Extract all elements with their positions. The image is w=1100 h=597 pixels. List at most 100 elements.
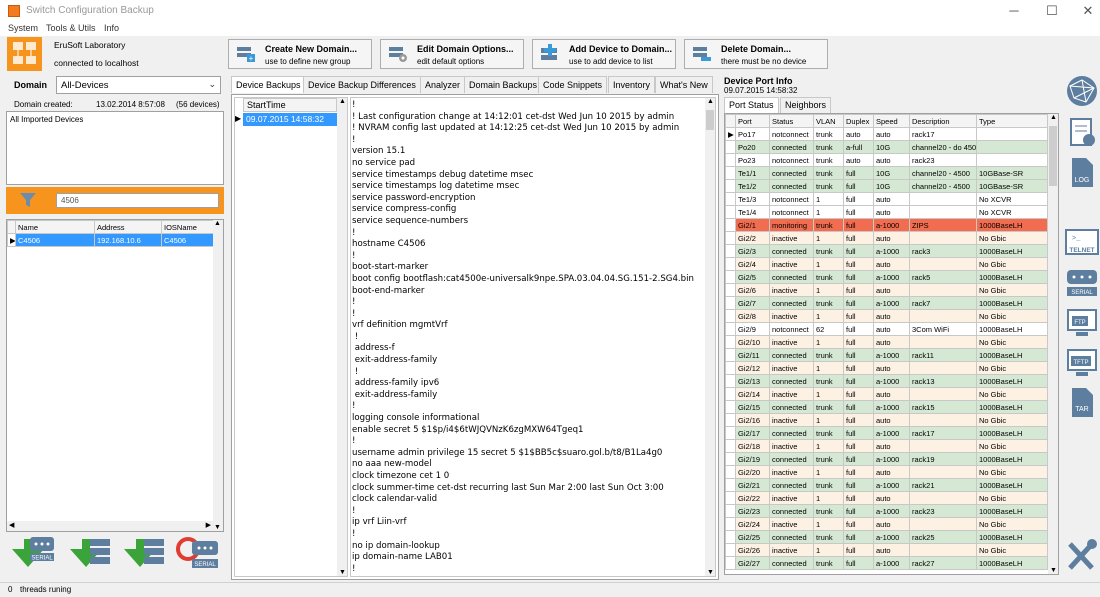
column-status[interactable]: Status	[769, 114, 814, 128]
menu-system[interactable]: System	[8, 23, 38, 33]
serial-button[interactable]: SERIAL	[1064, 266, 1100, 300]
column-iosname[interactable]: IOSName	[161, 220, 214, 234]
table-row[interactable]: Gi2/20 inactive 1 full auto No Gbic	[725, 465, 1048, 479]
table-row[interactable]: ▶ C4506 192.168.10.6 C4506	[7, 233, 214, 247]
table-row[interactable]: Gi2/15 connected trunk full a-1000 rack15 1000…	[725, 400, 1048, 414]
company-name: EruSoft Laboratory	[54, 40, 126, 50]
backup-selected-button[interactable]	[66, 535, 114, 575]
scroll-up-icon[interactable]: ▲	[1050, 114, 1057, 121]
svg-text:FTP: FTP	[1074, 320, 1085, 326]
table-row[interactable]: Gi2/8 inactive 1 full auto No Gbic	[725, 309, 1048, 323]
config-edit-button[interactable]	[1064, 116, 1100, 150]
restore-serial-button[interactable]: SERIAL	[174, 535, 222, 575]
table-row[interactable]: Gi2/6 inactive 1 full auto No Gbic	[725, 283, 1048, 297]
scroll-down-icon[interactable]: ▼	[1050, 567, 1057, 574]
table-row[interactable]: Gi2/14 inactive 1 full auto No Gbic	[725, 387, 1048, 401]
column-starttime[interactable]: StartTime	[243, 98, 337, 112]
table-row[interactable]: Gi2/16 inactive 1 full auto No Gbic	[725, 413, 1048, 427]
backup-row[interactable]: 09.07.2015 14:58:32	[243, 113, 337, 126]
column-vlan[interactable]: VLAN	[813, 114, 844, 128]
create-domain-button[interactable]: + Create New Domain... use to define new…	[228, 39, 372, 69]
telnet-button[interactable]: >_ TELNET	[1064, 226, 1100, 260]
column-name[interactable]: Name	[15, 220, 95, 234]
table-row[interactable]: Gi2/10 inactive 1 full auto No Gbic	[725, 335, 1048, 349]
table-row[interactable]: Gi2/7 connected trunk full a-1000 rack7 1000Ba…	[725, 296, 1048, 310]
tab-port-status[interactable]: Port Status	[724, 97, 779, 113]
table-row[interactable]: Gi2/12 inactive 1 full auto No Gbic	[725, 361, 1048, 375]
table-row[interactable]: Gi2/19 connected trunk full a-1000 rack19 1000…	[725, 452, 1048, 466]
table-row[interactable]: Gi2/9 notconnect 62 full auto 3Com WiFi 1000Ba…	[725, 322, 1048, 336]
device-list-hscrollbar[interactable]: ◀ ▶	[7, 521, 213, 531]
config-viewer[interactable]: !! Last configuration change at 14:12:01…	[350, 97, 716, 577]
tab-inventory[interactable]: Inventory	[608, 76, 656, 93]
scroll-down-icon[interactable]: ▼	[339, 569, 346, 576]
scroll-up-icon[interactable]: ▲	[339, 98, 346, 105]
table-row[interactable]: Te1/3 notconnect 1 full auto No XCVR	[725, 192, 1048, 206]
scroll-up-icon[interactable]: ▲	[707, 98, 714, 105]
scroll-up-icon[interactable]: ▲	[214, 220, 221, 227]
table-row[interactable]: Gi2/17 connected trunk full a-1000 rack17 1000…	[725, 426, 1048, 440]
column-port[interactable]: Port	[735, 114, 770, 128]
network-globe-button[interactable]	[1064, 74, 1100, 108]
tftp-button[interactable]: TFTP	[1064, 346, 1100, 380]
column-address[interactable]: Address	[94, 220, 162, 234]
column-duplex[interactable]: Duplex	[843, 114, 874, 128]
table-row[interactable]: Gi2/23 connected trunk full a-1000 rack23 1000…	[725, 504, 1048, 518]
tab-domain-backups[interactable]: Domain Backups	[464, 76, 543, 93]
column-type[interactable]: Type	[976, 114, 1048, 128]
table-row[interactable]: Gi2/24 inactive 1 full auto No Gbic	[725, 517, 1048, 531]
tab-device-backup-differences[interactable]: Device Backup Differences	[303, 76, 421, 93]
tab-device-backups[interactable]: Device Backups	[231, 76, 306, 93]
table-row[interactable]: Gi2/5 connected trunk full a-1000 rack5 1000Ba…	[725, 270, 1048, 284]
table-row[interactable]: ▶ Po17 notconnect trunk auto auto rack17	[725, 127, 1048, 141]
table-row[interactable]: Te1/2 connected trunk full 10G channel20 - 45…	[725, 179, 1048, 193]
domain-description[interactable]: All Imported Devices	[6, 111, 224, 185]
tab-whats-new[interactable]: What's New	[655, 76, 713, 93]
tab-analyzer[interactable]: Analyzer	[420, 76, 466, 93]
table-row[interactable]: Gi2/13 connected trunk full a-1000 rack13 1000…	[725, 374, 1048, 388]
edit-domain-options-button[interactable]: Edit Domain Options... edit default opti…	[380, 39, 524, 69]
table-row[interactable]: Gi2/27 connected trunk full a-1000 rack27 1000…	[725, 556, 1048, 570]
table-row[interactable]: Gi2/26 inactive 1 full auto No Gbic	[725, 543, 1048, 557]
scroll-down-icon[interactable]: ▼	[707, 569, 714, 576]
table-row[interactable]: Po20 connected trunk a-full 10G channel20 - d…	[725, 140, 1048, 154]
port-table-scrollbar[interactable]: ▲ ▼	[1048, 114, 1058, 574]
maximize-button[interactable]: ☐	[1044, 3, 1060, 19]
backup-serial-button[interactable]: SERIAL	[8, 535, 56, 575]
scroll-right-icon[interactable]: ▶	[206, 521, 211, 529]
table-row[interactable]: Gi2/11 connected trunk full a-1000 rack11 1000…	[725, 348, 1048, 362]
table-row[interactable]: Gi2/22 inactive 1 full auto No Gbic	[725, 491, 1048, 505]
table-row[interactable]: Gi2/1 monitoring trunk full a-1000 ZIPS 1000Ba…	[725, 218, 1048, 232]
table-row[interactable]: Te1/4 notconnect 1 full auto No XCVR	[725, 205, 1048, 219]
delete-domain-button[interactable]: Delete Domain... there must be no device	[684, 39, 828, 69]
close-button[interactable]: ✕	[1080, 3, 1096, 19]
log-button[interactable]: LOG	[1064, 156, 1100, 190]
ftp-button[interactable]: FTP	[1064, 306, 1100, 340]
scroll-left-icon[interactable]: ◀	[9, 521, 14, 529]
backup-all-button[interactable]	[120, 535, 168, 575]
column-description[interactable]: Description	[909, 114, 977, 128]
column-speed[interactable]: Speed	[873, 114, 910, 128]
menu-info[interactable]: Info	[104, 23, 119, 33]
tab-code-snippets[interactable]: Code Snippets	[538, 76, 608, 93]
config-scrollbar[interactable]: ▲ ▼	[705, 98, 715, 576]
table-row[interactable]: Gi2/18 inactive 1 full auto No Gbic	[725, 439, 1048, 453]
table-row[interactable]: Te1/1 connected trunk full 10G channel20 - 45…	[725, 166, 1048, 180]
tar-button[interactable]: TAR	[1064, 386, 1100, 420]
device-list-scrollbar[interactable]: ▲ ▼	[213, 220, 223, 531]
table-row[interactable]: Gi2/25 connected trunk full a-1000 rack25 1000…	[725, 530, 1048, 544]
domain-select[interactable]: All-Devices ⌄	[56, 76, 221, 94]
table-row[interactable]: Gi2/2 inactive 1 full auto No Gbic	[725, 231, 1048, 245]
filter-input[interactable]: 4506	[56, 193, 219, 208]
tools-button[interactable]	[1064, 538, 1100, 572]
tab-neighbors[interactable]: Neighbors	[780, 97, 832, 113]
add-device-button[interactable]: Add Device to Domain... use to add devic…	[532, 39, 676, 69]
minimize-button[interactable]: ─	[1006, 3, 1022, 19]
backup-list-scrollbar[interactable]: ▲ ▼	[337, 98, 347, 576]
table-row[interactable]: Gi2/3 connected trunk full a-1000 rack3 1000Ba…	[725, 244, 1048, 258]
menu-tools-utils[interactable]: Tools & Utils	[46, 23, 96, 33]
table-row[interactable]: Po23 notconnect trunk auto auto rack23	[725, 153, 1048, 167]
table-row[interactable]: Gi2/4 inactive 1 full auto No Gbic	[725, 257, 1048, 271]
table-row[interactable]: Gi2/21 connected trunk full a-1000 rack21 1000…	[725, 478, 1048, 492]
scroll-down-icon[interactable]: ▼	[214, 524, 221, 531]
